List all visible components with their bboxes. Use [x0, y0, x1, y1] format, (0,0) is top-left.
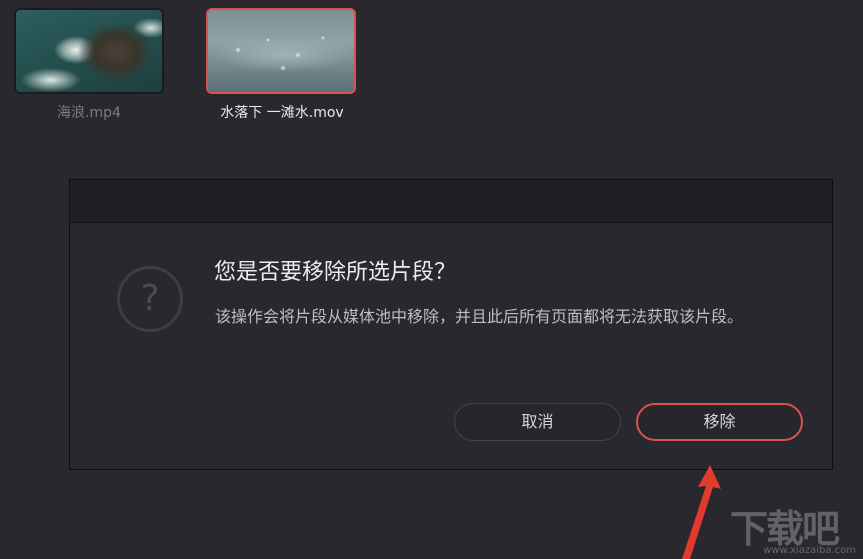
remove-button[interactable]: 移除	[636, 403, 803, 441]
dialog-message: 该操作会将片段从媒体池中移除，并且此后所有页面都将无法获取该片段。	[215, 307, 744, 326]
dialog-title: 您是否要移除所选片段？	[214, 260, 457, 285]
annotation-arrow-icon	[682, 465, 721, 559]
question-mark-icon: ?	[117, 266, 183, 332]
media-clip-ocean-waves[interactable]: 海浪.mp4	[14, 8, 164, 122]
clip-name: 海浪.mp4	[57, 105, 121, 121]
remove-clip-dialog: ? 您是否要移除所选片段？ 该操作会将片段从媒体池中移除，并且此后所有页面都将无…	[69, 179, 833, 470]
clip-thumbnail-selected[interactable]	[206, 8, 356, 94]
watermark-logo: 下载吧 www.xiazaiba.com	[730, 498, 858, 556]
dialog-title-bar[interactable]	[70, 180, 832, 223]
clip-name: 水落下 一滩水.mov	[220, 105, 344, 121]
media-pool-panel: 海浪.mp4 水落下 一滩水.mov ? 您是否要移除所选片段？ 该操作会将片段…	[0, 0, 863, 559]
cancel-button[interactable]: 取消	[454, 403, 621, 441]
clip-thumbnail[interactable]	[14, 8, 164, 94]
watermark-url: www.xiazaiba.com	[763, 545, 856, 556]
media-clip-water-drops-selected[interactable]: 水落下 一滩水.mov	[206, 8, 358, 122]
